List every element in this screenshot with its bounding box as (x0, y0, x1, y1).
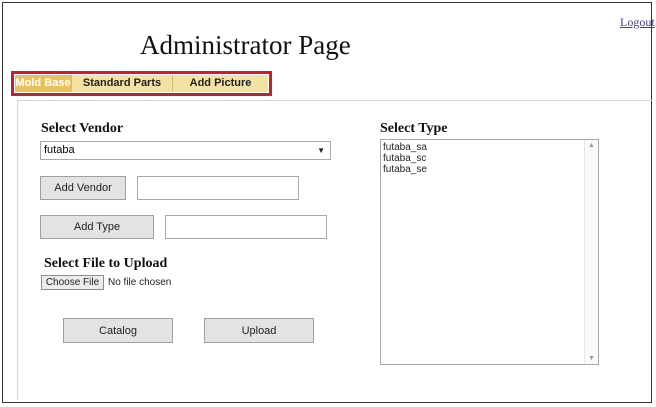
choose-file-button[interactable]: Choose File (41, 275, 104, 290)
select-vendor-heading: Select Vendor (41, 121, 124, 136)
scroll-up-arrow-icon[interactable]: ▲ (588, 142, 595, 149)
list-item[interactable]: futaba_se (383, 164, 598, 175)
chevron-down-icon: ▼ (317, 146, 325, 155)
tab-bar: Mold Base Standard Parts Add Picture (15, 75, 268, 92)
add-vendor-input[interactable] (137, 176, 299, 200)
type-listbox[interactable]: futaba_sa futaba_sc futaba_se ▲ ▼ (380, 139, 599, 365)
add-type-button[interactable]: Add Type (40, 215, 154, 239)
scroll-down-arrow-icon[interactable]: ▼ (588, 355, 595, 362)
catalog-button[interactable]: Catalog (63, 318, 173, 343)
tab-mold-base[interactable]: Mold Base (15, 75, 71, 92)
logout-link[interactable]: Logout (620, 15, 655, 30)
page-title: Administrator Page (140, 30, 351, 60)
list-item[interactable]: futaba_sa (383, 142, 598, 153)
select-file-heading: Select File to Upload (44, 256, 168, 271)
vendor-select[interactable]: futaba ▼ (40, 141, 331, 160)
upload-button[interactable]: Upload (204, 318, 314, 343)
file-status-text: No file chosen (108, 277, 172, 288)
vendor-select-value: futaba (44, 144, 75, 156)
add-type-input[interactable] (165, 215, 327, 239)
select-type-heading: Select Type (380, 121, 448, 136)
tab-standard-parts[interactable]: Standard Parts (71, 75, 172, 92)
list-item[interactable]: futaba_sc (383, 153, 598, 164)
tab-add-picture[interactable]: Add Picture (172, 75, 268, 92)
listbox-scrollbar[interactable]: ▲ ▼ (584, 140, 598, 364)
add-vendor-button[interactable]: Add Vendor (40, 176, 126, 200)
